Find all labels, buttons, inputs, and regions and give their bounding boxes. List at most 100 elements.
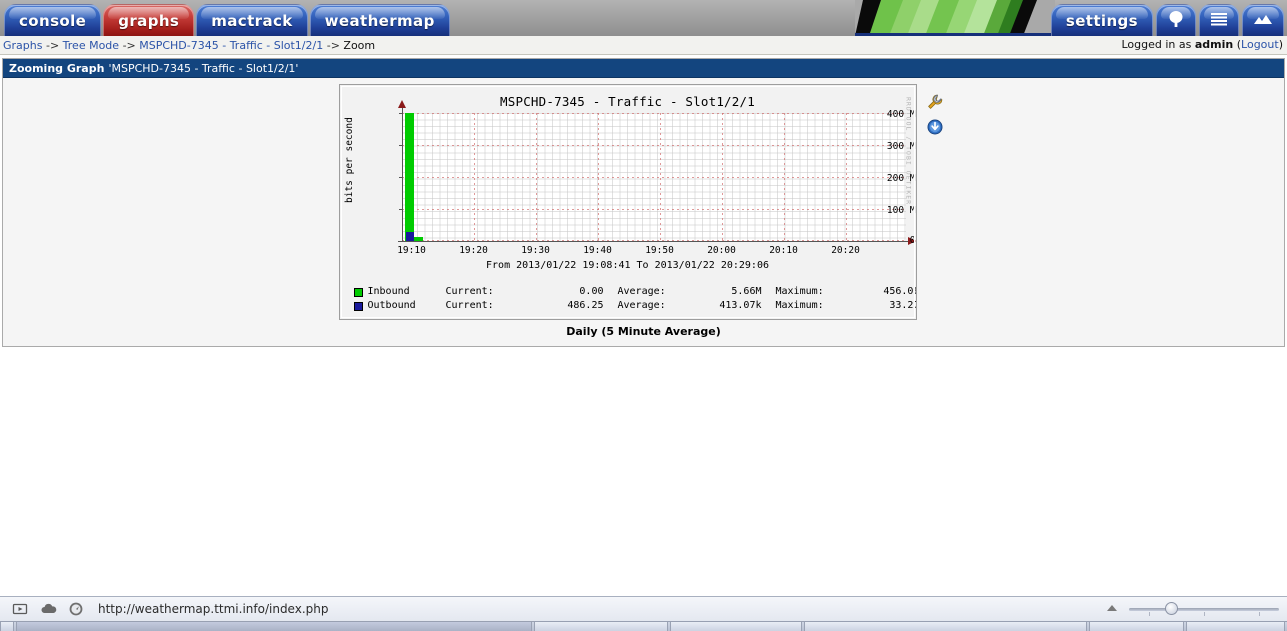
taskbar-item[interactable] — [534, 622, 669, 631]
speedometer-icon[interactable] — [68, 601, 84, 617]
chart-title: MSPCHD-7345 - Traffic - Slot1/2/1 — [500, 94, 755, 109]
chart-time-range: From 2013/01/22 19:08:41 To 2013/01/22 2… — [486, 260, 769, 271]
panel-content: MSPCHD-7345 - Traffic - Slot1/2/1 bits p… — [3, 78, 1284, 346]
zoom-slider-notch — [1204, 612, 1205, 616]
legend-label-maximum: Maximum: — [775, 286, 824, 297]
breadcrumb-item-tree-mode[interactable]: Tree Mode — [63, 39, 119, 52]
tab-console-label: console — [19, 11, 87, 30]
tab-settings-label: settings — [1065, 11, 1138, 30]
legend-value-maximum: 33.27M — [889, 300, 915, 311]
x-tick-label: 19:20 — [459, 245, 488, 256]
page-title: Zooming Graph — [9, 61, 105, 75]
tab-weathermap[interactable]: weathermap — [309, 4, 450, 36]
list-icon — [1210, 11, 1228, 31]
legend-value-current: 486.25 — [567, 300, 604, 311]
x-tick-label: 19:50 — [645, 245, 674, 256]
bar-outbound-spike — [405, 232, 414, 241]
login-prefix: Logged in as — [1121, 38, 1195, 51]
page-body: Zooming Graph 'MSPCHD-7345 - Traffic - S… — [0, 55, 1287, 611]
taskbar-item[interactable] — [670, 622, 803, 631]
chart-y-axis-line — [401, 107, 403, 241]
tree-icon — [1168, 10, 1184, 32]
gridline-h-major — [401, 113, 906, 114]
gridline-v-major — [535, 113, 537, 241]
x-tick-label: 20:00 — [707, 245, 736, 256]
tab-console[interactable]: console — [4, 4, 102, 36]
tab-list-view[interactable] — [1199, 4, 1239, 36]
x-tick-label: 19:10 — [397, 245, 426, 256]
y-tick-mark — [398, 177, 403, 178]
legend-value-maximum: 456.06M — [883, 286, 915, 297]
taskbar-start-button[interactable] — [0, 622, 14, 631]
zoom-slider-notch — [1149, 612, 1150, 616]
app-header: console graphs mactrack weathermap setti… — [0, 0, 1287, 36]
gridline-h-major — [401, 177, 906, 178]
cacti-green-banner-graphic — [855, 0, 1055, 36]
legend-value-average: 413.07k — [719, 300, 762, 311]
legend-series-name: Outbound — [367, 300, 416, 311]
zoom-slider-track — [1129, 608, 1279, 611]
chart-plot-area — [401, 113, 906, 241]
y-tick-mark — [398, 241, 403, 242]
gridline-h-major — [401, 145, 906, 146]
logout-link[interactable]: Logout — [1241, 38, 1279, 51]
gridline-v-major — [659, 113, 661, 241]
legend-value-current: 0.00 — [579, 286, 604, 297]
taskbar-item[interactable] — [1185, 622, 1285, 631]
gridline-v-major — [597, 113, 599, 241]
tab-mactrack-label: mactrack — [211, 11, 293, 30]
breadcrumb-separator: -> — [45, 38, 60, 52]
graph-action-icons — [927, 84, 943, 135]
breadcrumb-bar: Graphs -> Tree Mode -> MSPCHD-7345 - Tra… — [0, 36, 1287, 55]
graph-row: MSPCHD-7345 - Traffic - Slot1/2/1 bits p… — [338, 84, 949, 320]
x-tick-label: 19:30 — [521, 245, 550, 256]
y-tick-label: 100 M — [886, 205, 916, 216]
taskbar-item[interactable] — [804, 622, 1088, 631]
graph-settings-wrench-icon[interactable] — [927, 94, 943, 110]
login-username: admin — [1194, 38, 1234, 51]
tab-settings[interactable]: settings — [1050, 4, 1153, 36]
breadcrumb-item-graphs[interactable]: Graphs — [3, 39, 42, 52]
y-tick-label: 0 — [909, 235, 916, 246]
y-tick-label: 400 M — [886, 109, 916, 120]
gridline-h-major — [401, 209, 906, 210]
tab-mactrack[interactable]: mactrack — [196, 4, 308, 36]
breadcrumb-item-graph[interactable]: MSPCHD-7345 - Traffic - Slot1/2/1 — [139, 39, 323, 52]
tab-graphs[interactable]: graphs — [103, 4, 195, 36]
zooming-graph-panel: Zooming Graph 'MSPCHD-7345 - Traffic - S… — [2, 58, 1285, 347]
media-play-icon[interactable] — [12, 601, 28, 617]
legend-swatch-outbound — [353, 301, 363, 311]
status-bar-right — [1105, 602, 1287, 616]
browser-status-bar: http://weathermap.ttmi.info/index.php — [0, 596, 1287, 621]
y-tick-mark — [398, 145, 403, 146]
login-open-paren: ( — [1233, 38, 1242, 51]
gridline-v-major — [783, 113, 785, 241]
taskbar-item[interactable] — [15, 622, 533, 631]
taskbar-item[interactable] — [1089, 622, 1184, 631]
tab-graphs-label: graphs — [118, 11, 180, 30]
login-status: Logged in as admin (Logout) — [1121, 38, 1283, 51]
legend-row-outbound: Outbound Current: 486.25 Average: 413.07… — [353, 299, 916, 313]
primary-tab-bar: console graphs mactrack weathermap — [4, 4, 450, 36]
x-tick-label: 19:40 — [583, 245, 612, 256]
legend-series-name: Inbound — [367, 286, 410, 297]
rrdtool-graph-image[interactable]: MSPCHD-7345 - Traffic - Slot1/2/1 bits p… — [338, 84, 917, 320]
x-tick-label: 20:20 — [831, 245, 860, 256]
chart-y-axis-label: bits per second — [343, 117, 355, 203]
legend-value-average: 5.66M — [731, 286, 762, 297]
tab-tree-view[interactable] — [1156, 4, 1196, 36]
secondary-tab-bar: settings — [1050, 4, 1284, 36]
os-taskbar-strip — [0, 621, 1287, 631]
y-tick-mark — [398, 113, 403, 114]
zoom-slider-thumb[interactable] — [1165, 602, 1178, 615]
legend-label-current: Current: — [445, 300, 494, 311]
csv-export-download-icon[interactable] — [927, 119, 943, 135]
cloud-icon[interactable] — [40, 601, 57, 617]
zoom-slider-notch — [1259, 612, 1260, 616]
legend-label-maximum: Maximum: — [775, 300, 824, 311]
triangle-up-icon[interactable] — [1105, 602, 1119, 616]
mountain-graph-icon — [1253, 12, 1273, 30]
zoom-slider[interactable] — [1129, 602, 1279, 616]
tab-preview-view[interactable] — [1242, 4, 1284, 36]
x-tick-label: 20:10 — [769, 245, 798, 256]
